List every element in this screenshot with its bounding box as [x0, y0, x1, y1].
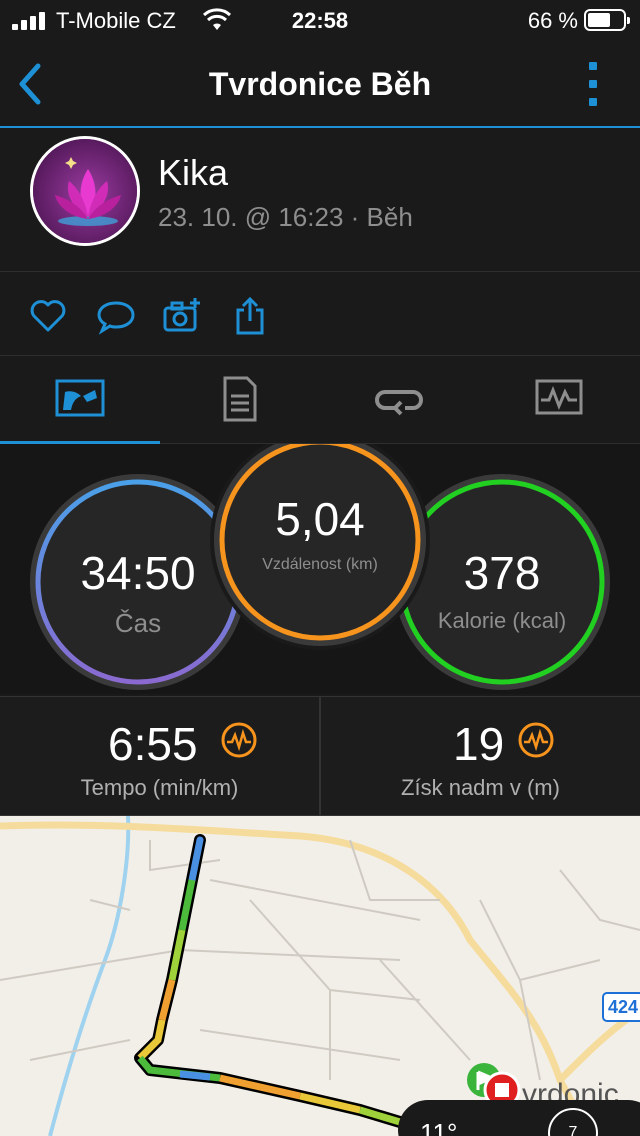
page-title: Tvrdonice Běh — [208, 66, 432, 102]
heart-icon[interactable] — [28, 296, 68, 336]
tab-stats[interactable] — [0, 356, 160, 445]
elevation-value: 19 — [453, 718, 505, 770]
stats-row: 6:55 Tempo (min/km) 19 Získ nadm v (m) — [0, 696, 640, 817]
share-icon[interactable] — [230, 296, 270, 336]
battery-icon — [584, 9, 630, 31]
tab-details[interactable] — [160, 356, 320, 444]
road-number-badge: 424 — [602, 992, 640, 1022]
lotus-avatar-image — [33, 139, 137, 243]
tab-laps[interactable] — [320, 356, 480, 444]
elevation-stat[interactable]: 19 Získ nadm v (m) — [321, 697, 640, 817]
action-bar — [0, 272, 640, 356]
activity-pulse-icon — [518, 722, 554, 758]
elevation-label: Získ nadm v (m) — [401, 775, 560, 800]
summary-circles: 34:50 Čas 378 Kalorie (kcal) 5,04 Vzdále… — [0, 444, 640, 694]
more-options-button[interactable] — [586, 62, 600, 108]
wind-icon: 7 — [548, 1108, 598, 1136]
distance-label: Vzdálenost (km) — [262, 556, 378, 573]
comment-icon[interactable] — [96, 296, 136, 336]
add-photo-icon[interactable] — [162, 296, 202, 336]
tab-bar — [0, 356, 640, 445]
tab-charts[interactable] — [480, 356, 640, 444]
activity-header: Kika 23. 10. @ 16:23 · Běh — [0, 130, 640, 272]
status-bar: T-Mobile CZ 22:58 66 % — [0, 0, 640, 40]
pace-stat[interactable]: 6:55 Tempo (min/km) — [0, 697, 319, 817]
nav-bar: Tvrdonice Běh — [0, 40, 640, 128]
distance-ring: 5,04 Vzdálenost (km) — [210, 444, 430, 650]
battery-percent: 66 % — [527, 8, 578, 33]
charts-tab-icon — [535, 379, 583, 415]
details-tab-icon — [223, 376, 257, 422]
avatar[interactable] — [30, 136, 140, 246]
activity-pulse-icon — [221, 722, 257, 758]
distance-value: 5,04 — [275, 493, 365, 545]
weather-pill[interactable]: 11° 7 — [398, 1100, 640, 1136]
laps-tab-icon — [375, 390, 423, 416]
pace-label: Tempo (min/km) — [80, 775, 239, 800]
weather-temperature: 11° — [420, 1118, 458, 1136]
stats-tab-icon — [55, 379, 105, 417]
activity-meta: 23. 10. @ 16:23 · Běh — [158, 202, 413, 232]
user-name: Kika — [158, 152, 229, 193]
route-map[interactable]: 424 vrdonic 11° 7 — [0, 816, 640, 1136]
pace-value: 6:55 — [108, 718, 198, 770]
